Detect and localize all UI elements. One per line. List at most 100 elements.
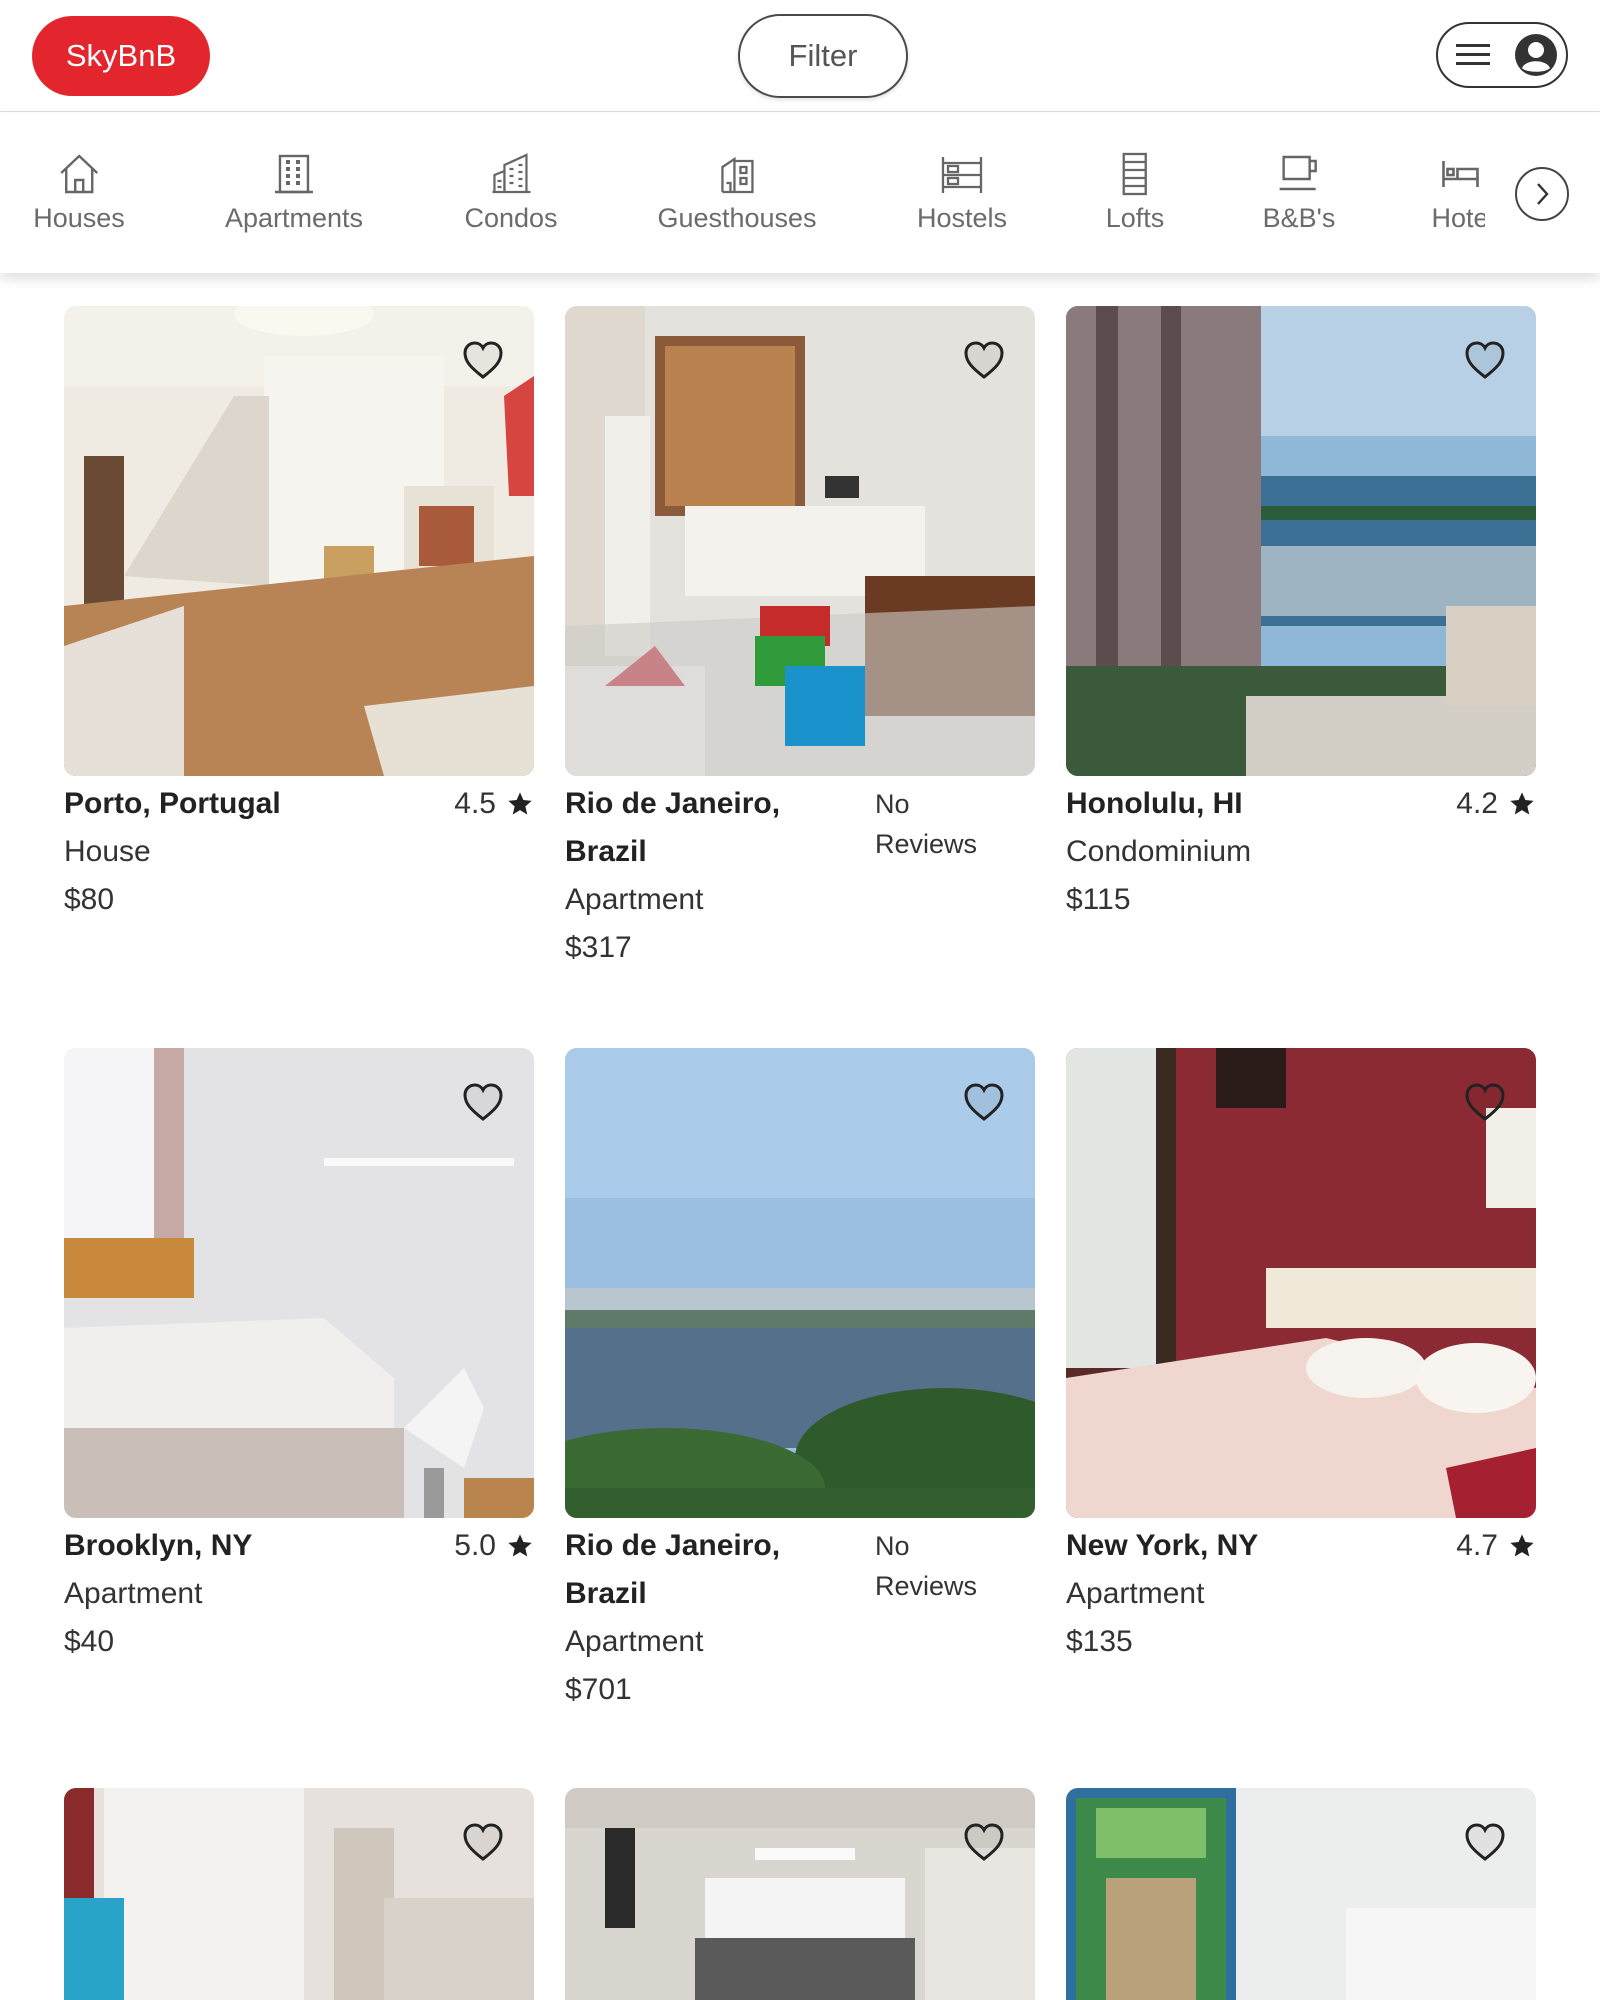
listing-info: New York, NY 4.7 Apartment $135: [1066, 1522, 1536, 1666]
listing-price: $701: [565, 1673, 632, 1706]
favorite-heart-icon[interactable]: [462, 1082, 504, 1124]
star-icon: [508, 1534, 532, 1557]
favorite-heart-icon[interactable]: [462, 340, 504, 382]
category-apartments[interactable]: Apartments: [225, 151, 363, 234]
category-label: Hote: [1431, 203, 1485, 233]
listing-info: Rio de Janeiro, Brazil No Reviews Apartm…: [565, 780, 1035, 972]
listing-city: Porto, Portugal: [64, 787, 281, 820]
house-icon: [60, 154, 98, 194]
user-menu-button[interactable]: [1436, 22, 1568, 88]
listing-photo[interactable]: [64, 1048, 534, 1518]
listing-rating: 4.5: [454, 780, 534, 828]
listing-info: Honolulu, HI 4.2 Condominium $115: [1066, 780, 1536, 924]
listing-info: Brooklyn, NY 5.0 Apartment $40: [64, 1522, 534, 1666]
listing-info: Rio de Janeiro, Brazil No Reviews Apartm…: [565, 1522, 1035, 1714]
favorite-heart-icon[interactable]: [1464, 340, 1506, 382]
listing-photo[interactable]: [565, 306, 1035, 776]
rating-value: 5.0: [454, 1529, 496, 1562]
category-label: Apartments: [224, 203, 364, 233]
category-bnbs[interactable]: B&B's: [1262, 151, 1336, 234]
category-label: Guesthouses: [657, 203, 817, 233]
category-label: Condos: [464, 203, 558, 233]
account-avatar-icon: [1515, 34, 1557, 76]
listing-photo[interactable]: [565, 1788, 1035, 2000]
listing-city: Brooklyn, NY: [64, 1529, 253, 1562]
category-label: Hostels: [916, 203, 1008, 233]
listing-city: Rio de Janeiro, Brazil: [565, 787, 781, 868]
listing-no-reviews: No Reviews: [875, 789, 978, 859]
listing-price: $115: [1066, 883, 1131, 916]
category-label: Lofts: [1105, 203, 1165, 233]
category-houses[interactable]: Houses: [33, 151, 125, 234]
listing-photo[interactable]: [64, 1788, 534, 2000]
listing-rating: 5.0: [454, 1522, 534, 1570]
listing-type: House: [64, 835, 151, 868]
rating-value: 4.2: [1456, 787, 1498, 820]
hamburger-menu-icon: [1456, 44, 1490, 65]
condo-icon: [491, 153, 530, 194]
listing-card[interactable]: [565, 1788, 1035, 2000]
listing-card[interactable]: [64, 1788, 534, 2000]
filter-button[interactable]: Filter: [738, 14, 908, 98]
listing-photo[interactable]: [1066, 1048, 1536, 1518]
listing-photo[interactable]: [1066, 306, 1536, 776]
coffee-cup-icon: [1280, 155, 1318, 191]
favorite-heart-icon[interactable]: [462, 1822, 504, 1864]
listing-card[interactable]: Honolulu, HI 4.2 Condominium $115: [1066, 306, 1536, 924]
category-hostels[interactable]: Hostels: [917, 151, 1007, 234]
listing-card[interactable]: New York, NY 4.7 Apartment $135: [1066, 1048, 1536, 1666]
listing-photo[interactable]: [1066, 1788, 1536, 2000]
listing-price: $135: [1066, 1625, 1133, 1658]
listing-card[interactable]: Brooklyn, NY 5.0 Apartment $40: [64, 1048, 534, 1666]
favorite-heart-icon[interactable]: [963, 340, 1005, 382]
hotel-bed-icon: [1441, 161, 1479, 187]
listing-price: $317: [565, 931, 632, 964]
category-label: Houses: [33, 203, 125, 233]
category-condos[interactable]: Condos: [464, 151, 558, 234]
listing-no-reviews: No Reviews: [875, 1531, 978, 1601]
category-label: B&B's: [1262, 203, 1336, 233]
listing-price: $40: [64, 1625, 115, 1658]
listing-type: Apartment: [565, 1625, 704, 1658]
listing-photo-image: [64, 1788, 534, 2000]
listing-card[interactable]: [1066, 1788, 1536, 2000]
listing-card[interactable]: Rio de Janeiro, Brazil No Reviews Apartm…: [565, 306, 1035, 972]
apartment-icon: [275, 154, 313, 194]
favorite-heart-icon[interactable]: [963, 1822, 1005, 1864]
listing-price: $80: [64, 883, 115, 916]
listing-city: Honolulu, HI: [1066, 787, 1243, 820]
category-lofts[interactable]: Lofts: [1105, 151, 1165, 234]
star-icon: [1510, 792, 1534, 815]
listing-info: Porto, Portugal 4.5 House $80: [64, 780, 534, 924]
favorite-heart-icon[interactable]: [1464, 1082, 1506, 1124]
category-guesthouses[interactable]: Guesthouses: [657, 151, 817, 234]
listing-type: Apartment: [565, 883, 704, 916]
star-icon: [508, 792, 532, 815]
listing-city: New York, NY: [1066, 1529, 1259, 1562]
category-next-button[interactable]: [1515, 167, 1569, 221]
listing-type: Apartment: [1066, 1577, 1205, 1610]
category-hotels[interactable]: Hote: [1431, 151, 1485, 234]
listing-rating: 4.2: [1456, 780, 1536, 828]
listing-photo[interactable]: [565, 1048, 1035, 1518]
top-header: SkyBnB Filter: [0, 0, 1600, 112]
skybnb-logo[interactable]: SkyBnB: [32, 16, 210, 96]
hostel-icon: [941, 157, 983, 193]
rating-value: 4.5: [454, 787, 496, 820]
listing-card[interactable]: Porto, Portugal 4.5 House $80: [64, 306, 534, 924]
chevron-right-icon: [1537, 183, 1549, 205]
listing-card[interactable]: Rio de Janeiro, Brazil No Reviews Apartm…: [565, 1048, 1035, 1714]
listing-city: Rio de Janeiro, Brazil: [565, 1529, 781, 1610]
listing-type: Condominium: [1066, 835, 1252, 868]
rating-value: 4.7: [1456, 1529, 1498, 1562]
category-bar: Houses Apartments Condos Guesthouses Hos…: [0, 113, 1600, 273]
star-icon: [1510, 1534, 1534, 1557]
favorite-heart-icon[interactable]: [1464, 1822, 1506, 1864]
loft-icon: [1122, 152, 1148, 196]
listing-photo[interactable]: [64, 306, 534, 776]
listing-type: Apartment: [64, 1577, 203, 1610]
category-hotels-clipped[interactable]: Hote: [1420, 113, 1485, 273]
favorite-heart-icon[interactable]: [963, 1082, 1005, 1124]
guesthouse-icon: [720, 156, 754, 194]
listing-rating: 4.7: [1456, 1522, 1536, 1570]
